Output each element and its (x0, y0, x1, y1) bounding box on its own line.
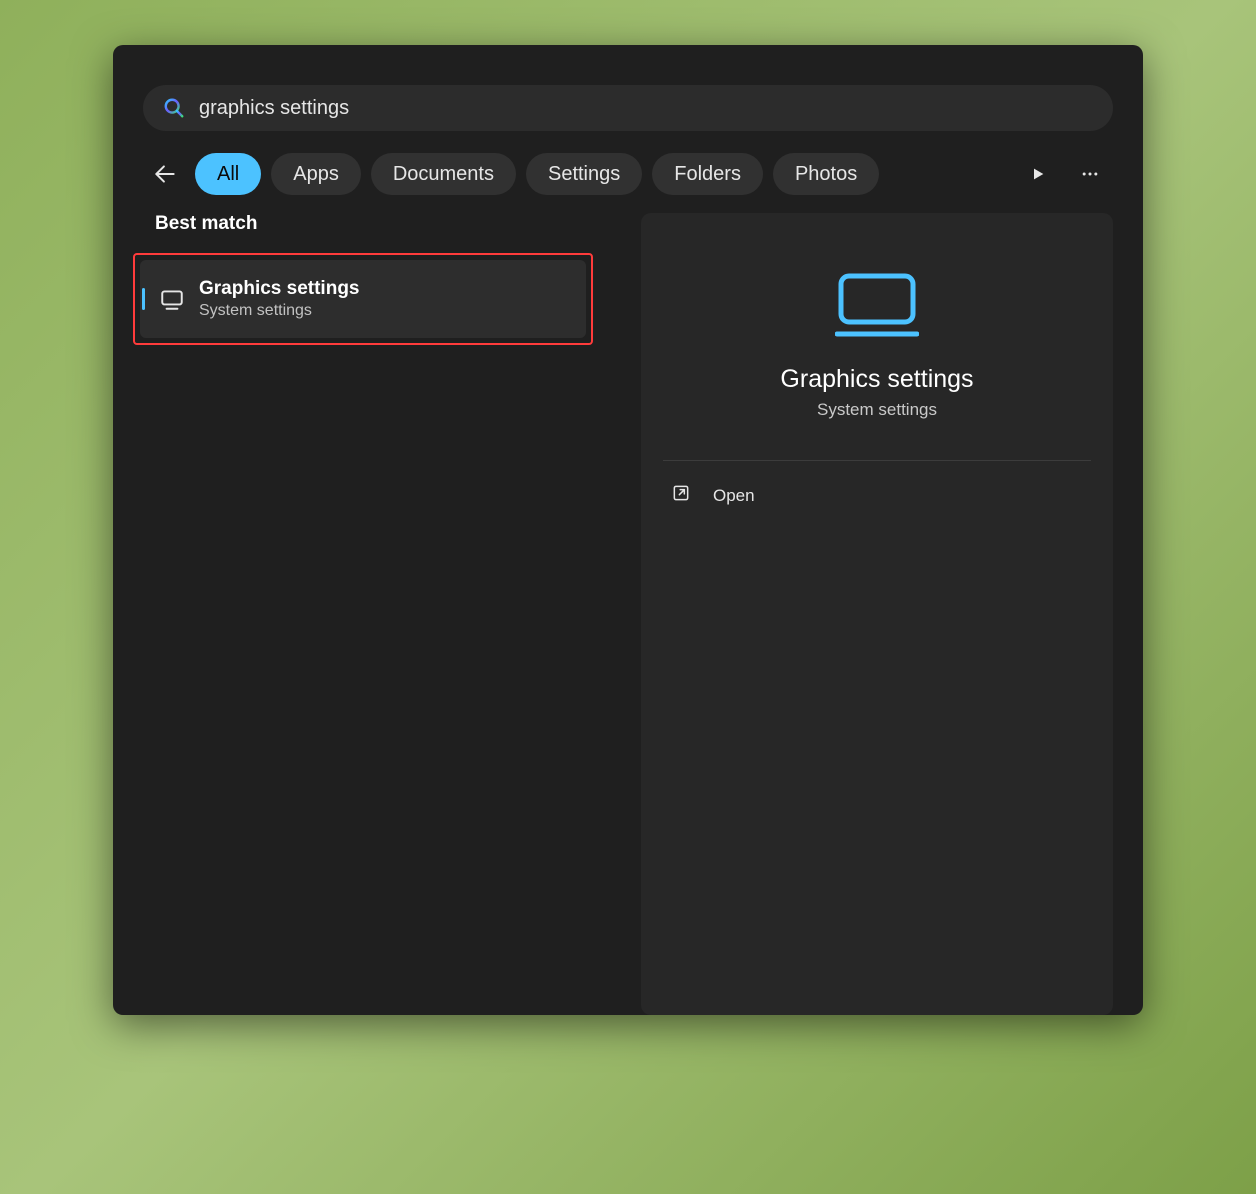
result-item-graphics-settings[interactable]: Graphics settings System settings (140, 260, 586, 338)
result-subtitle: System settings (199, 302, 360, 320)
search-input[interactable] (199, 97, 1093, 120)
filter-label: Photos (795, 163, 857, 186)
detail-header: Graphics settings System settings (663, 263, 1091, 460)
filter-label: Apps (293, 163, 339, 186)
filter-label: Folders (674, 163, 741, 186)
content-area: Best match Graphics settings System sett… (143, 213, 1113, 1015)
display-icon (145, 286, 199, 312)
display-icon-large (835, 263, 919, 347)
detail-subtitle: System settings (817, 400, 937, 420)
filter-pill-all[interactable]: All (195, 153, 261, 195)
filter-label: All (217, 163, 239, 186)
filter-pill-documents[interactable]: Documents (371, 153, 516, 195)
search-bar[interactable] (143, 85, 1113, 131)
filter-label: Documents (393, 163, 494, 186)
action-label: Open (713, 486, 755, 506)
back-button[interactable] (145, 154, 185, 194)
filter-pill-photos[interactable]: Photos (773, 153, 879, 195)
action-open[interactable]: Open (663, 461, 1091, 530)
open-external-icon (671, 483, 691, 508)
filter-pill-folders[interactable]: Folders (652, 153, 763, 195)
section-title-best-match: Best match (155, 213, 613, 235)
more-button[interactable] (1069, 153, 1111, 195)
result-title: Graphics settings (199, 278, 360, 300)
filter-label: Settings (548, 163, 620, 186)
play-button[interactable] (1017, 153, 1059, 195)
filter-row: All Apps Documents Settings Folders Phot… (143, 153, 1113, 195)
detail-pane: Graphics settings System settings Open (641, 213, 1113, 1015)
results-pane: Best match Graphics settings System sett… (143, 213, 613, 1015)
search-icon (163, 97, 185, 119)
filter-pill-settings[interactable]: Settings (526, 153, 642, 195)
detail-title: Graphics settings (780, 365, 973, 394)
filter-pill-apps[interactable]: Apps (271, 153, 361, 195)
annotation-highlight: Graphics settings System settings (133, 253, 593, 345)
search-window: All Apps Documents Settings Folders Phot… (113, 45, 1143, 1015)
